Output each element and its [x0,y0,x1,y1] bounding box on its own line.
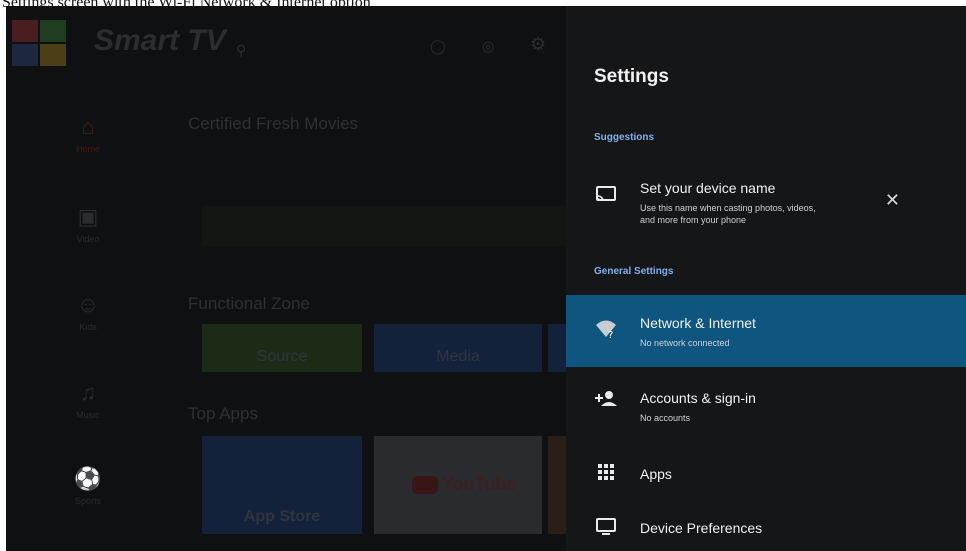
video-icon: ▣ [77,204,99,229]
nav-home[interactable]: ⌂ Home [48,114,128,154]
search-icon[interactable]: ⚲ [236,42,246,59]
input-source-icon[interactable]: ◯ [430,38,446,55]
section-top-apps: Top Apps [188,404,258,423]
tile-youtube[interactable]: YouTube [374,436,542,534]
youtube-logo-icon [412,475,438,494]
nav-music[interactable]: ♫ Music [48,380,128,420]
certified-row-dimmed [202,206,566,246]
tile-media-label: Media [436,348,480,365]
tv-icon [594,518,618,541]
device-preferences-title: Device Preferences [640,520,763,536]
accounts-subtitle: No accounts [640,413,691,423]
close-icon[interactable]: ✕ [885,190,900,211]
brand-logo [12,20,68,66]
settings-item-network[interactable]: ? Network & Internet No network connecte… [566,295,966,367]
settings-panel: Settings Suggestions Set your device nam… [566,6,966,551]
wifi-unknown-icon: ? [594,319,618,344]
network-subtitle: No network connected [640,338,730,348]
tile-app-store[interactable]: App Store [202,436,362,534]
kids-icon: ☺ [76,292,100,317]
general-settings-header: General Settings [594,266,674,277]
apps-grid-icon [594,464,618,485]
tile-source[interactable]: Source [202,324,362,372]
nav-sports[interactable]: ⚽ Sports [48,466,128,506]
home-screen-dimmed: Smart TV ⚲ ◯ ◎ ⚙ ⌂ Home ▣ Video ☺ Kids ♫… [6,6,566,551]
tile-partial-2[interactable] [548,436,566,534]
tile-source-label: Source [256,348,308,365]
settings-item-device-preferences[interactable]: Device Preferences [566,508,966,548]
settings-gear-icon[interactable]: ⚙ [530,34,546,55]
person-add-icon [594,390,618,411]
settings-item-accounts[interactable]: Accounts & sign-in No accounts [566,376,966,436]
suggestion-subtitle-line2: and more from your phone [640,215,747,225]
nav-video[interactable]: ▣ Video [48,204,128,244]
tile-media[interactable]: Media [374,324,542,372]
section-certified-fresh: Certified Fresh Movies [188,114,359,133]
suggestion-device-name[interactable]: Set your device name Use this name when … [566,172,966,242]
home-icon: ⌂ [81,114,95,139]
cast-icon [594,186,618,207]
nav-kids[interactable]: ☺ Kids [48,292,128,332]
nav-music-label: Music [76,410,100,420]
tv-screen: Smart TV ⚲ ◯ ◎ ⚙ ⌂ Home ▣ Video ☺ Kids ♫… [6,6,966,551]
suggestions-header: Suggestions [594,132,655,143]
accounts-title: Accounts & sign-in [640,390,756,406]
suggestion-subtitle-line1: Use this name when casting photos, video… [640,203,816,213]
apps-title: Apps [640,466,672,482]
tile-partial[interactable] [548,324,566,372]
brand-title: Smart TV [94,24,226,57]
nav-video-label: Video [76,234,100,244]
notification-icon[interactable]: ◎ [482,38,494,55]
settings-item-apps[interactable]: Apps [566,454,966,494]
music-icon: ♫ [79,380,97,405]
nav-kids-label: Kids [79,322,97,332]
section-functional-zone: Functional Zone [188,294,310,313]
settings-title: Settings [594,66,669,87]
tile-app-store-label: App Store [243,508,321,525]
tile-youtube-label: YouTube [442,474,517,494]
svg-text:?: ? [608,330,613,339]
sports-icon: ⚽ [74,466,102,491]
network-title: Network & Internet [640,315,756,331]
nav-sports-label: Sports [74,496,101,506]
suggestion-title: Set your device name [640,180,776,196]
nav-home-label: Home [75,144,100,154]
